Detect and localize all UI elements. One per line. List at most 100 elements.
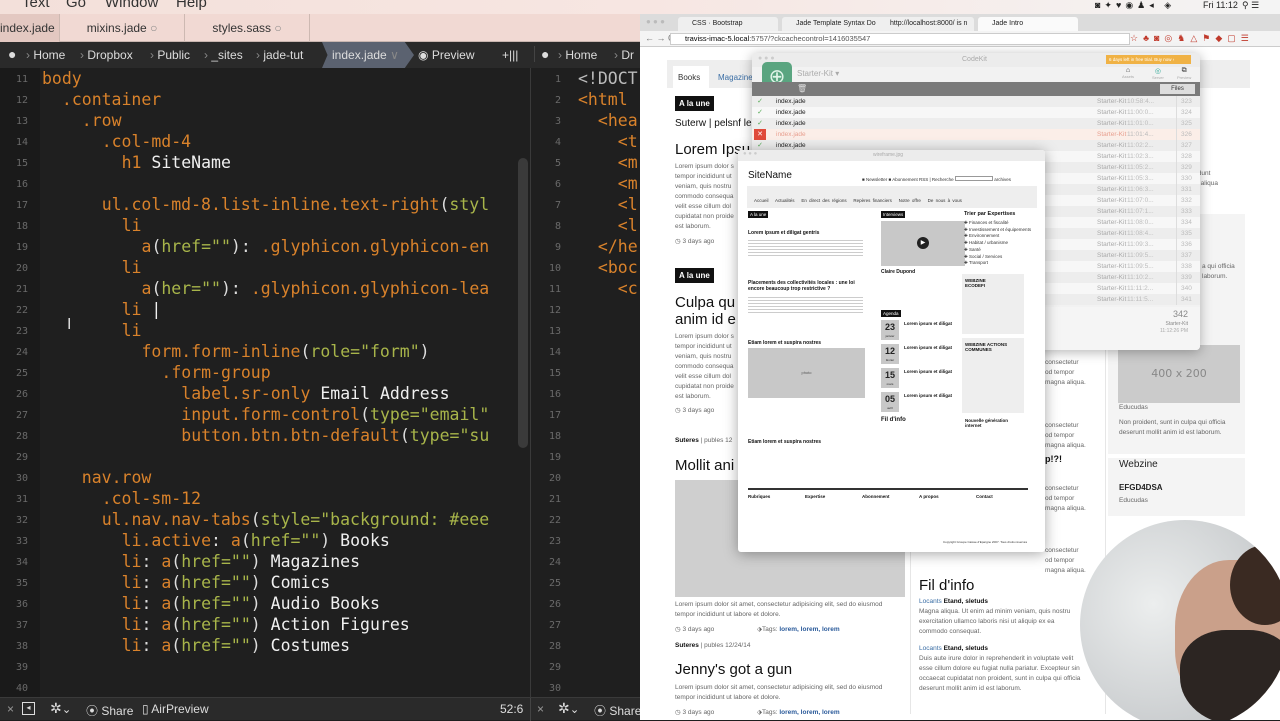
browser-tab-jade-intro[interactable]: Jade Intro [978,17,1078,31]
code-line[interactable]: </he [598,237,638,256]
crumb-home[interactable]: Home [565,48,597,62]
line-number: 14 [15,137,28,148]
code-line[interactable]: ul.col-md-8.list-inline.text-right(styl [102,195,489,214]
code-line[interactable]: input.form-control(type="email" [181,405,489,424]
url-input[interactable]: traviss-imac-5.local:5757/?ckcachecontro… [670,33,1130,45]
article-title[interactable]: Mollit ani [675,457,734,474]
article-title[interactable]: Culpa qu anim id e [675,294,736,328]
menu-window[interactable]: Window [105,0,158,11]
browser-tab-jade-syntax[interactable]: Jade Template Syntax Doc [782,17,880,31]
code-line[interactable]: a(href=""): .glyphicon.glyphicon-en [142,237,490,256]
build-row[interactable]: ✓ index.jade Starter-Kit 11:01:0... 325 [752,118,1200,129]
airpreview-button[interactable]: ▯ AirPreview [142,702,209,716]
code-line[interactable]: h1 SiteName [122,153,231,172]
preview-button[interactable]: ⧉ Preview [1177,67,1191,80]
menu-text[interactable]: Text [22,0,50,11]
text-fragment: consectetur od tempor magna aliqua. [1045,359,1086,386]
menu-go[interactable]: Go [66,0,86,11]
crumb-dropbox[interactable]: Dr [621,48,634,62]
code-line[interactable]: li: a(href="") Magazines [122,552,360,571]
check-icon: ✓ [757,98,763,105]
code-line[interactable]: li: a(href="") Action Figures [122,615,410,634]
gear-icon[interactable]: ✲⌄ [50,700,72,717]
window-controls[interactable]: ● ● ● [758,55,775,62]
tab-index-jade[interactable]: index.jade ● [0,14,60,63]
assets-button[interactable]: ⌂ Assets [1122,67,1134,79]
circle-icon[interactable]: ● [534,46,549,62]
nav-tab-magazines[interactable]: Magazines [718,73,757,82]
server-button[interactable]: ◎ Server [1152,67,1164,80]
code-line[interactable]: form.form-inline(role="form") [142,342,430,361]
code-line[interactable]: <l [618,216,638,235]
crumb-dropbox[interactable]: Dropbox [87,48,132,62]
code-line[interactable]: nav.row [82,468,152,487]
browser-tab-bootstrap[interactable]: CSS · Bootstrap [678,17,778,31]
window-controls[interactable]: ● ● ● [646,17,665,26]
code-line[interactable]: li [122,258,142,277]
close-dot[interactable]: ○ [150,21,157,35]
share-button[interactable]: ⦿ Share [594,702,641,719]
code-editor-html-output[interactable]: 1 <!DOCT 2 <html 3 <hea 4 <t 5 <m 6 <m 7 <l 8 <l 9 </he 10… [530,68,640,697]
split-button[interactable]: +||| [502,48,518,62]
gear-icon[interactable]: ✲⌄ [558,700,580,717]
window-controls[interactable]: ● ● ● [743,151,757,157]
build-row[interactable]: ✓ index.jade Starter-Kit 10:58:4... 323 [752,96,1200,107]
code-line[interactable]: .container [62,90,161,109]
extension-icons[interactable]: ☆♣◙◎♞△⚑◆▢☰ [1130,33,1254,44]
code-line[interactable]: li [122,216,142,235]
code-line[interactable]: <c [618,279,638,298]
code-line[interactable]: <html [578,90,628,109]
code-line[interactable]: body [42,69,82,88]
code-line[interactable]: li | [122,300,162,319]
code-line[interactable]: li: a(href="") Costumes [122,636,351,655]
wf-footer-heading: A propos [919,494,939,499]
code-line[interactable]: .row [82,111,122,130]
code-line[interactable]: <hea [598,111,638,130]
crumb-index-jade[interactable]: index.jade ∨ [332,48,399,62]
code-line[interactable]: .col-sm-12 [102,489,201,508]
share-button[interactable]: ⦿ Share [86,702,133,719]
code-line[interactable]: label.sr-only Email Address [181,384,449,403]
crumb-sites[interactable]: _sites [211,48,242,62]
panel-toggle-icon[interactable]: ◂ [22,702,35,715]
article-title[interactable]: Jenny's got a gun [675,661,792,678]
files-button[interactable]: Files [1160,84,1195,94]
code-line[interactable]: <m [618,153,638,172]
code-line[interactable]: li.active: a(href="") Books [122,531,390,550]
tab-mixins-jade[interactable]: mixins.jade ○ [60,14,185,42]
scrollbar[interactable] [518,158,528,448]
code-line[interactable]: li: a(href="") Audio Books [122,594,380,613]
project-selector[interactable]: Starter-Kit ▾ [797,69,839,78]
close-icon[interactable]: × [7,702,14,716]
code-line[interactable]: button.btn.btn-default(type="su [181,426,489,445]
tab-styles-sass[interactable]: styles.sass ○ [185,14,310,42]
crumb-home[interactable]: Home [33,48,65,62]
code-line[interactable]: <m [618,174,638,193]
close-dot[interactable]: ○ [274,21,281,35]
code-line[interactable]: li [122,321,142,340]
code-line[interactable]: <l [618,195,638,214]
trash-icon[interactable]: 🗑 [797,84,807,93]
code-line[interactable]: ul.nav.nav-tabs(style="background: #eee [102,510,489,529]
code-line[interactable]: .col-md-4 [102,132,191,151]
close-icon[interactable]: × [537,702,544,716]
trial-banner[interactable]: 6 days left in free trial. Buy now › [1106,55,1191,64]
build-row[interactable]: ✓ index.jade Starter-Kit 11:00:0... 324 [752,107,1200,118]
browser-tab-localhost[interactable]: http://localhost:8000/ is n [876,17,974,31]
circle-icon[interactable]: ● [8,46,16,62]
preview-button[interactable]: ◉ Preview [418,48,475,62]
build-row[interactable]: ✕ index.jade Starter-Kit 11:01:4... 326 [752,129,1200,140]
wireframe-image-window: ● ● ● wireframe.jpg SiteName ■ Newslette… [738,150,1045,552]
code-line[interactable]: a(her=""): .glyphicon.glyphicon-lea [142,279,490,298]
code-line[interactable]: .form-group [161,363,270,382]
code-editor[interactable]: 11 body 12 .container 13 .row 14 .col-md-4 15 h1 … [0,68,530,697]
code-line[interactable]: <t [618,132,638,151]
spotlight-icon[interactable]: ⚲ ☰ [1242,0,1259,11]
code-line[interactable]: <!DOCT [578,69,638,88]
code-line[interactable]: <boc [598,258,638,277]
crumb-jade-tut[interactable]: jade-tut [263,48,303,62]
code-line[interactable]: li: a(href="") Comics [122,573,331,592]
menu-help[interactable]: Help [176,0,207,11]
nav-tab-books[interactable]: Books [673,66,709,88]
crumb-public[interactable]: Public [157,48,190,62]
